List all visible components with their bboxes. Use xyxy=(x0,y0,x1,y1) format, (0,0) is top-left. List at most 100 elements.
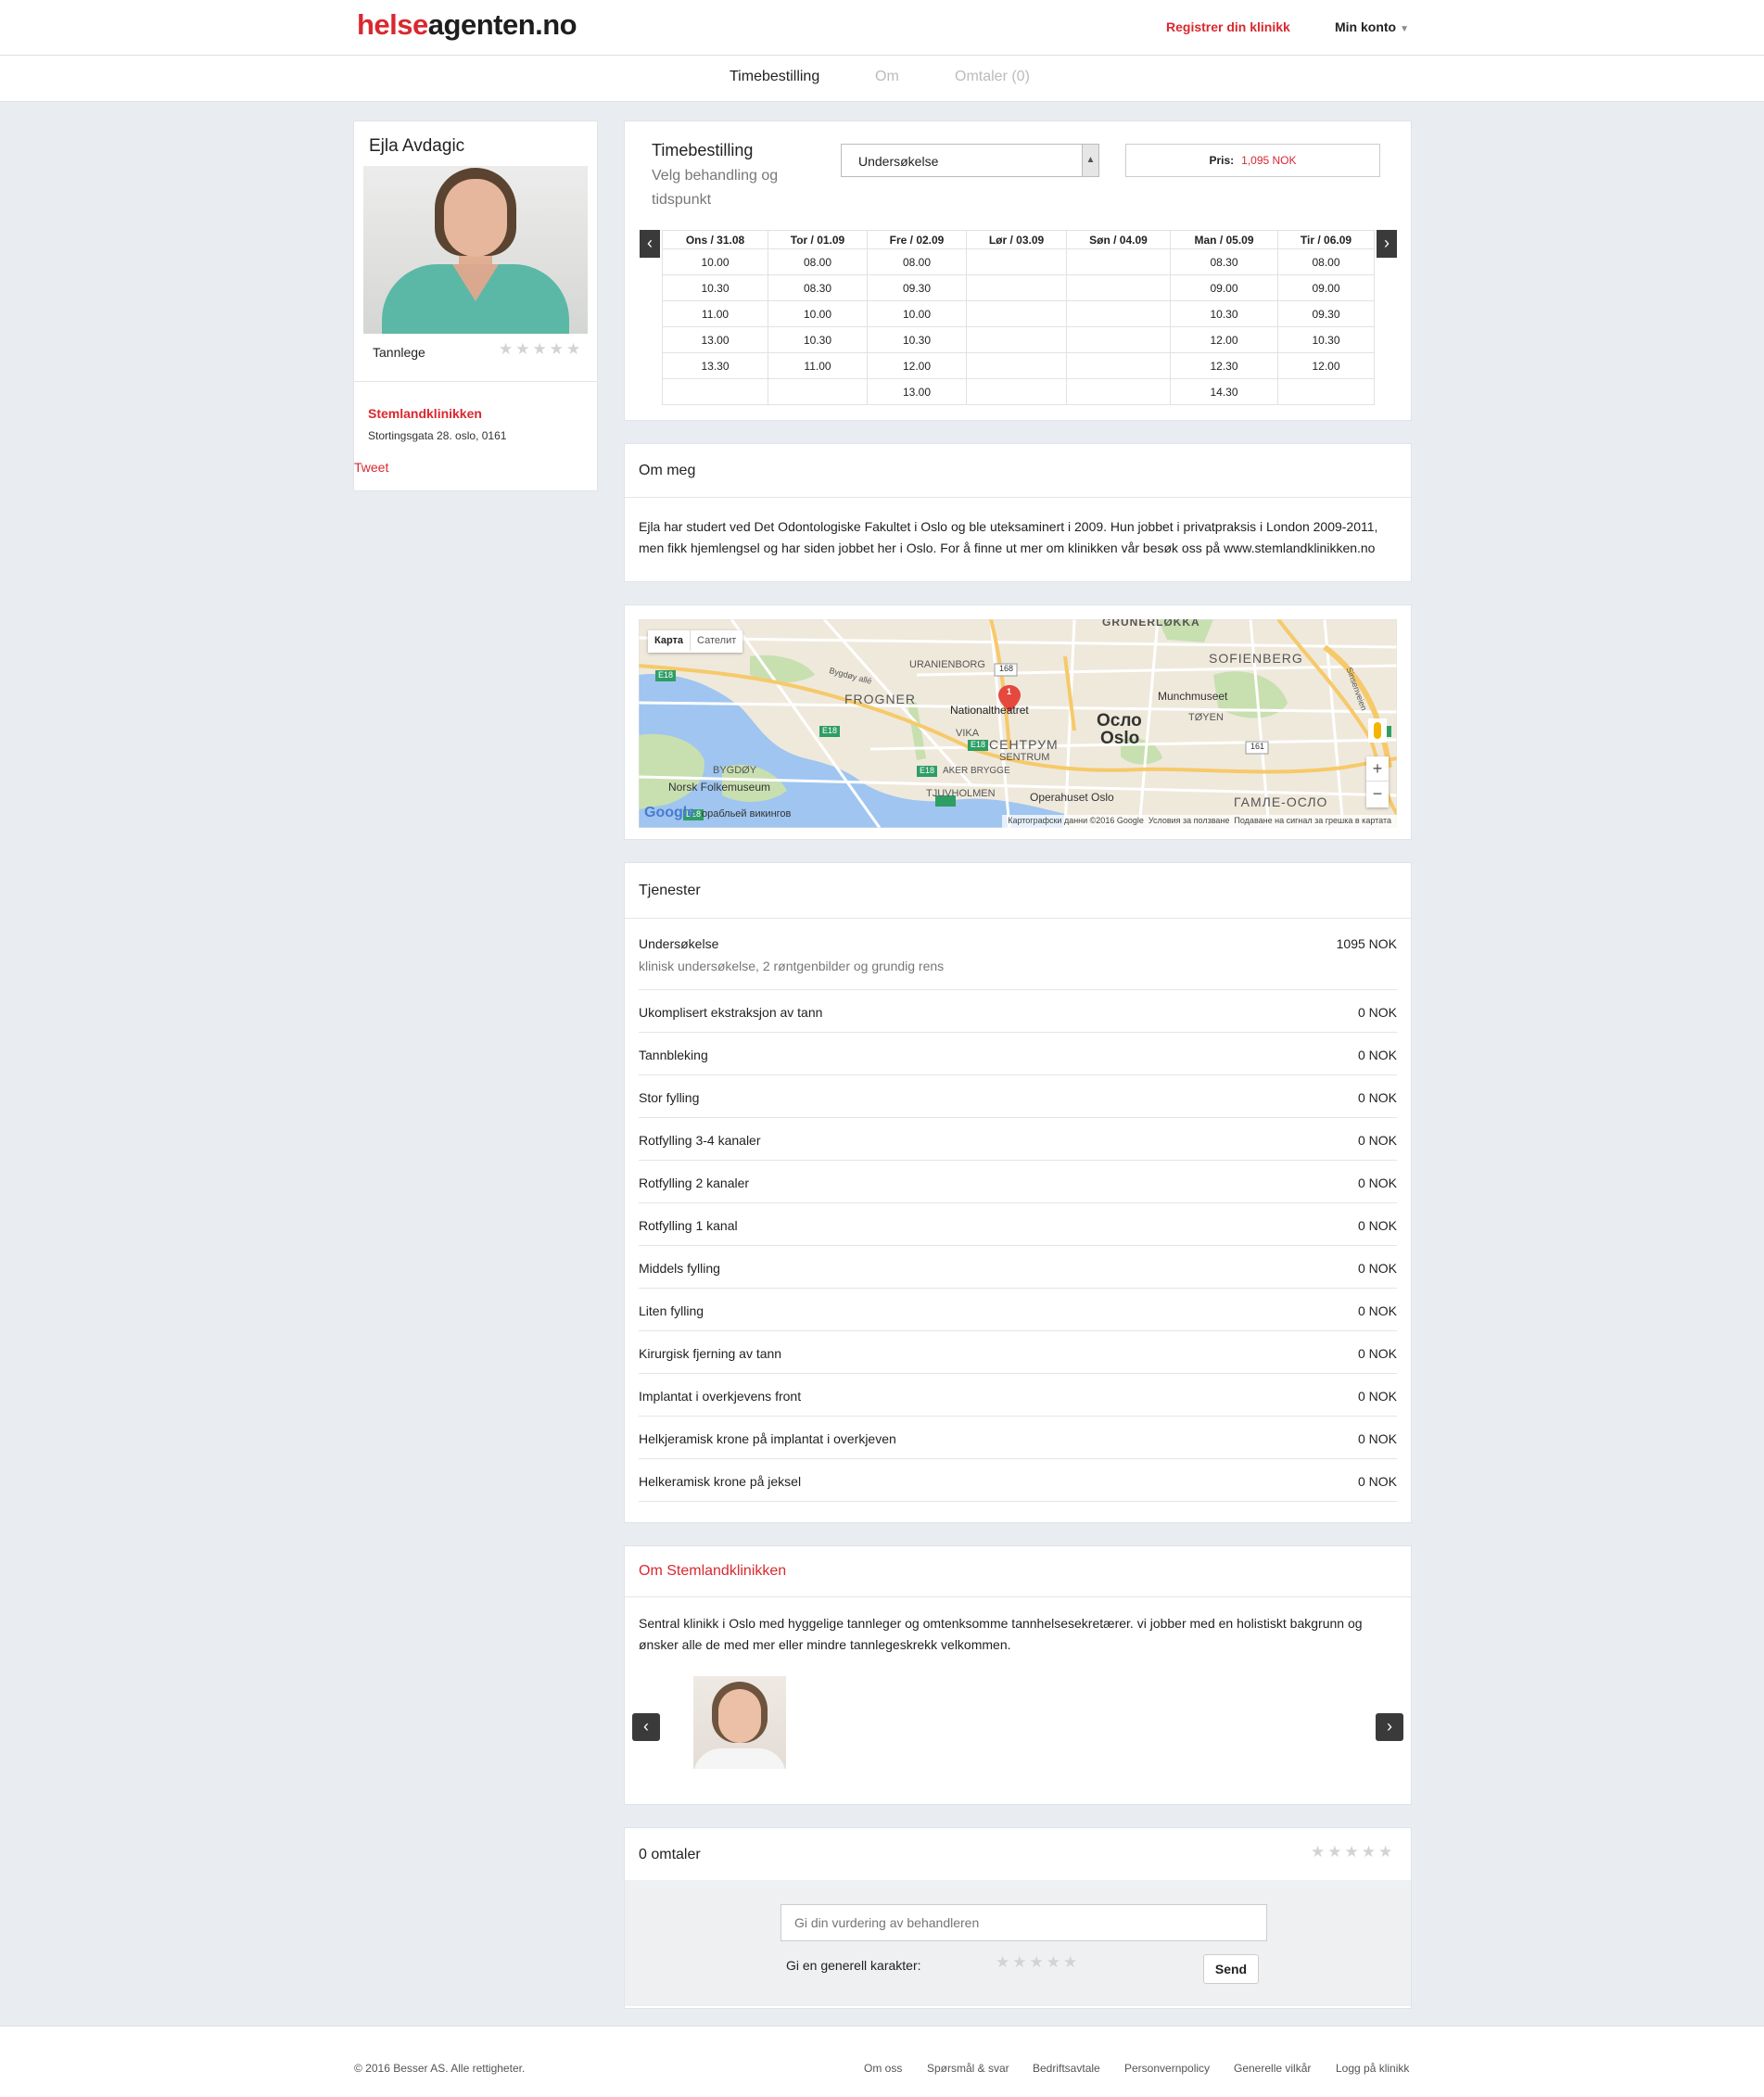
zoom-control: + − xyxy=(1366,756,1389,807)
carousel-prev-button[interactable]: ‹ xyxy=(632,1713,660,1741)
next-week-button[interactable]: › xyxy=(1377,230,1397,258)
timeslot[interactable]: 09.00 xyxy=(1170,274,1278,301)
service-price: 0 NOK xyxy=(1357,1474,1397,1489)
timeslot[interactable]: 08.30 xyxy=(1170,248,1278,275)
map-report-link[interactable]: Подаване на сигнал за грешка в картата xyxy=(1234,816,1391,825)
map-marker[interactable]: 1 xyxy=(1007,687,1011,696)
timeslot[interactable]: 09.00 xyxy=(1277,274,1375,301)
timeslot[interactable]: 08.00 xyxy=(867,248,967,275)
timeslot[interactable]: 10.30 xyxy=(1277,326,1375,353)
service-row: Helkeramisk krone på jeksel 0 NOK xyxy=(639,1459,1397,1502)
timeslot[interactable]: 10.00 xyxy=(768,300,868,327)
service-row: Rotfylling 3-4 kanaler 0 NOK xyxy=(639,1118,1397,1161)
empty-timeslot xyxy=(1277,378,1375,405)
tab-timebestilling[interactable]: Timebestilling xyxy=(730,69,819,85)
timeslot[interactable]: 12.30 xyxy=(1170,352,1278,379)
booking-subtitle: Velg behandling og tidspunkt xyxy=(652,168,779,208)
reviews-count: 0 omtaler xyxy=(639,1847,701,1862)
treatment-select[interactable]: Undersøkelse ▲ xyxy=(841,144,1099,177)
register-clinic-link[interactable]: Registrer din klinikk xyxy=(1166,19,1290,34)
timeslot[interactable]: 12.00 xyxy=(1277,352,1375,379)
copyright: © 2016 Besser AS. Alle rettigheter. xyxy=(354,2062,526,2075)
send-review-button[interactable]: Send xyxy=(1203,1954,1259,1984)
map-label: BYGDØY xyxy=(713,765,757,776)
day-header: Søn / 04.09 xyxy=(1066,230,1171,249)
timeslot[interactable]: 10.00 xyxy=(662,248,768,275)
site-logo[interactable]: helseagenten.no xyxy=(357,8,577,42)
timeslot[interactable]: 10.00 xyxy=(867,300,967,327)
map-type-control: Карта Сателит xyxy=(648,630,743,653)
timeslot[interactable]: 09.30 xyxy=(1277,300,1375,327)
timeslot[interactable]: 13.30 xyxy=(662,352,768,379)
service-price: 0 NOK xyxy=(1357,1431,1397,1446)
tweet-link[interactable]: Tweet xyxy=(354,460,388,475)
service-row: Stor fylling 0 NOK xyxy=(639,1075,1397,1118)
clinic-about-card: Om Stemlandklinikken Sentral klinikk i O… xyxy=(624,1545,1412,1805)
service-name: Helkeramisk krone på jeksel xyxy=(639,1474,802,1489)
map-terms-link[interactable]: Условия за ползване xyxy=(1149,816,1230,825)
booking-title: Timebestilling xyxy=(652,141,754,159)
timeslot[interactable]: 13.00 xyxy=(867,378,967,405)
timeslot[interactable]: 12.00 xyxy=(867,352,967,379)
map-label: орабльей викингов xyxy=(702,808,792,820)
timeslot[interactable]: 09.30 xyxy=(867,274,967,301)
timeslot[interactable]: 12.00 xyxy=(1170,326,1278,353)
service-name: Undersøkelse xyxy=(639,936,719,951)
map-type-map-button[interactable]: Карта xyxy=(648,630,690,651)
timeslot[interactable]: 08.00 xyxy=(1277,248,1375,275)
clinic-about-text: Sentral klinikk i Oslo med hyggelige tan… xyxy=(639,1616,1363,1652)
carousel-next-button[interactable]: › xyxy=(1376,1713,1403,1741)
prev-week-button[interactable]: ‹ xyxy=(640,230,660,258)
tab-om[interactable]: Om xyxy=(875,69,899,85)
map-label: Munchmuseet xyxy=(1158,690,1228,703)
services-title: Tjenester xyxy=(639,883,701,898)
timeslot[interactable]: 14.30 xyxy=(1170,378,1278,405)
timeslot[interactable]: 10.30 xyxy=(1170,300,1278,327)
service-price: 0 NOK xyxy=(1357,1261,1397,1276)
empty-timeslot xyxy=(966,274,1067,301)
clinic-address: Stortingsgata 28. oslo, 0161 xyxy=(368,429,507,442)
timeslot[interactable]: 08.30 xyxy=(768,274,868,301)
staff-thumbnail[interactable] xyxy=(693,1676,786,1769)
timeslot[interactable]: 13.00 xyxy=(662,326,768,353)
empty-timeslot xyxy=(966,300,1067,327)
reviews-card: 0 omtaler ★★★★★ Gi en generell karakter:… xyxy=(624,1827,1412,2009)
footer-link-logg-pa[interactable]: Logg på klinikk xyxy=(1336,2062,1409,2075)
empty-timeslot xyxy=(966,248,1067,275)
rating-input-stars[interactable]: ★★★★★ xyxy=(996,1953,1080,1972)
footer-link-personvern[interactable]: Personvernpolicy xyxy=(1124,2062,1210,2075)
zoom-in-button[interactable]: + xyxy=(1366,756,1389,782)
practitioner-name: Ejla Avdagic xyxy=(369,136,465,156)
service-price: 0 NOK xyxy=(1357,1346,1397,1361)
service-name: Helkjeramisk krone på implantat i overkj… xyxy=(639,1431,896,1446)
clinic-map[interactable]: GRÜNERLØKKA URANIENBORG SOFIENBERG FROGN… xyxy=(639,619,1397,828)
footer-link-vilkar[interactable]: Generelle vilkår xyxy=(1234,2062,1311,2075)
clinic-link[interactable]: Stemlandklinikken xyxy=(368,406,482,421)
empty-timeslot xyxy=(1066,378,1171,405)
footer-link-om-oss[interactable]: Om oss xyxy=(864,2062,902,2075)
chevron-right-icon: › xyxy=(1387,1717,1392,1735)
timeslot[interactable]: 10.30 xyxy=(867,326,967,353)
timeslot[interactable]: 11.00 xyxy=(768,352,868,379)
map-attribution: Картографски данни ©2016 Google Условия … xyxy=(1002,815,1397,828)
timeslot[interactable]: 10.30 xyxy=(768,326,868,353)
clinic-about-title[interactable]: Om Stemlandklinikken xyxy=(639,1563,786,1580)
footer-link-faq[interactable]: Spørsmål & svar xyxy=(927,2062,1009,2075)
map-label: GRÜNERLØKKA xyxy=(1102,619,1200,629)
zoom-out-button[interactable]: − xyxy=(1366,782,1389,807)
day-header: Ons / 31.08 xyxy=(662,230,768,249)
account-menu[interactable]: Min konto ▼ xyxy=(1335,19,1409,34)
service-name: Rotfylling 3-4 kanaler xyxy=(639,1133,761,1148)
empty-timeslot xyxy=(1066,274,1171,301)
timeslot[interactable]: 10.30 xyxy=(662,274,768,301)
tab-omtaler[interactable]: Omtaler (0) xyxy=(955,69,1030,85)
footer-link-bedriftsavtale[interactable]: Bedriftsavtale xyxy=(1033,2062,1100,2075)
footer: © 2016 Besser AS. Alle rettigheter. Om o… xyxy=(0,2026,1764,2097)
map-type-satellite-button[interactable]: Сателит xyxy=(690,630,742,651)
timeslot[interactable]: 08.00 xyxy=(768,248,868,275)
pegman-icon[interactable] xyxy=(1368,718,1387,743)
price-value: 1,095 NOK xyxy=(1241,154,1297,167)
review-input[interactable] xyxy=(780,1904,1267,1941)
empty-timeslot xyxy=(662,378,768,405)
timeslot[interactable]: 11.00 xyxy=(662,300,768,327)
